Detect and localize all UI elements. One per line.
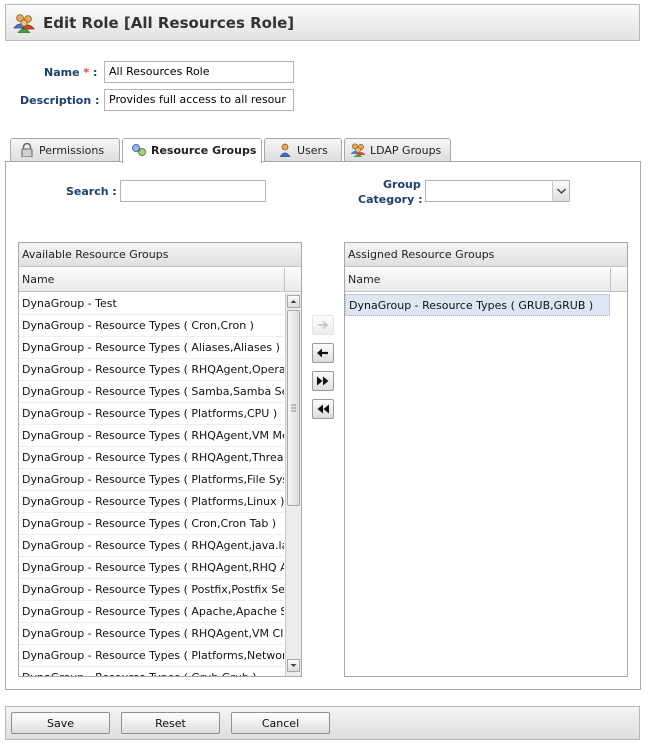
available-groups-grid: Available Resource Groups Name DynaGroup…: [18, 242, 302, 677]
list-item[interactable]: DynaGroup - Resource Types ( RHQAgent,RH…: [19, 557, 284, 579]
assigned-name-header-label: Name: [348, 273, 381, 286]
list-item[interactable]: DynaGroup - Resource Types ( Platforms,F…: [19, 469, 284, 491]
user-icon: [277, 143, 293, 158]
tab-bar: Permissions Resource Groups Users LDAP G…: [5, 138, 641, 163]
scroll-up-icon[interactable]: [287, 295, 300, 308]
available-scrollbar[interactable]: [285, 293, 301, 676]
move-all-left-button[interactable]: [312, 399, 334, 419]
tab-users-label: Users: [297, 144, 328, 157]
list-item[interactable]: DynaGroup - Resource Types ( Cron,Cron ): [19, 315, 284, 337]
assigned-groups-grid: Assigned Resource Groups Name DynaGroup …: [344, 242, 628, 677]
ldap-group-icon: [350, 143, 366, 157]
page-header: Edit Role [All Resources Role]: [5, 4, 640, 41]
page-title: Edit Role [All Resources Role]: [43, 14, 295, 32]
move-left-icon: [313, 348, 333, 365]
list-item[interactable]: DynaGroup - Resource Types ( Postfix,Pos…: [19, 579, 284, 601]
list-item[interactable]: DynaGroup - Resource Types ( Aliases,Ali…: [19, 337, 284, 359]
available-name-column-header[interactable]: Name: [19, 268, 284, 292]
move-all-left-icon: [313, 404, 333, 421]
resource-group-icon: [131, 143, 147, 157]
group-category-select[interactable]: [425, 180, 570, 202]
required-marker: *: [83, 66, 90, 79]
move-right-icon: [313, 320, 333, 337]
group-category-label-1: Group: [383, 178, 421, 191]
tab-ldap-groups[interactable]: LDAP Groups: [344, 138, 451, 162]
tab-resource-groups[interactable]: Resource Groups: [122, 138, 262, 163]
list-item[interactable]: DynaGroup - Resource Types ( GRUB,GRUB ): [345, 294, 610, 316]
available-name-header-label: Name: [22, 273, 55, 286]
list-item[interactable]: DynaGroup - Resource Types ( Platforms,C…: [19, 403, 284, 425]
role-users-icon: [13, 13, 35, 34]
group-category-label-2: Category :: [358, 193, 423, 206]
assigned-header-corner: [610, 268, 627, 292]
search-input[interactable]: [120, 180, 266, 202]
description-input[interactable]: Provides full access to all resour: [104, 89, 294, 111]
chevron-down-icon[interactable]: [552, 181, 569, 201]
move-left-button[interactable]: [312, 343, 334, 363]
list-item[interactable]: DynaGroup - Resource Types ( Platforms,N…: [19, 645, 284, 667]
available-groups-list: DynaGroup - Test DynaGroup - Resource Typ…: [19, 293, 284, 676]
cancel-button[interactable]: Cancel: [231, 712, 330, 734]
tab-permissions[interactable]: Permissions: [10, 138, 120, 162]
list-item[interactable]: DynaGroup - Resource Types ( Grub,Grub ): [19, 667, 284, 676]
list-item[interactable]: DynaGroup - Resource Types ( RHQAgent,VM…: [19, 623, 284, 645]
scroll-down-icon[interactable]: [287, 659, 300, 672]
name-input[interactable]: All Resources Role: [104, 61, 294, 83]
lock-icon: [19, 142, 35, 158]
footer-toolbar: Save Reset Cancel: [5, 706, 640, 740]
name-label-colon: :: [93, 66, 98, 79]
list-item[interactable]: DynaGroup - Resource Types ( Apache,Apac…: [19, 601, 284, 623]
tab-resource-groups-label: Resource Groups: [151, 144, 257, 157]
assigned-groups-title: Assigned Resource Groups: [345, 243, 627, 267]
move-right-button[interactable]: [312, 315, 334, 335]
move-all-right-button[interactable]: [312, 371, 334, 391]
description-input-value: Provides full access to all resour: [109, 93, 286, 106]
name-input-value: All Resources Role: [109, 65, 210, 78]
search-label: Search :: [66, 185, 117, 198]
scroll-thumb[interactable]: [287, 310, 300, 506]
tab-users[interactable]: Users: [264, 138, 342, 162]
list-item[interactable]: DynaGroup - Resource Types ( RHQAgent,ja…: [19, 535, 284, 557]
list-item[interactable]: DynaGroup - Resource Types ( RHQAgent,VM…: [19, 425, 284, 447]
tab-ldap-groups-label: LDAP Groups: [370, 144, 442, 157]
available-header-corner: [284, 268, 301, 292]
name-label: Name * :: [44, 66, 97, 79]
description-label: Description :: [20, 94, 100, 107]
tab-permissions-label: Permissions: [39, 144, 105, 157]
list-item[interactable]: DynaGroup - Resource Types ( Samba,Samba…: [19, 381, 284, 403]
available-groups-title: Available Resource Groups: [19, 243, 301, 267]
list-item[interactable]: DynaGroup - Resource Types ( RHQAgent,Th…: [19, 447, 284, 469]
save-button[interactable]: Save: [11, 712, 110, 734]
list-item[interactable]: DynaGroup - Test: [19, 293, 284, 315]
name-label-text: Name: [44, 66, 80, 79]
assigned-groups-list: DynaGroup - Resource Types ( GRUB,GRUB ): [345, 293, 610, 676]
list-item[interactable]: DynaGroup - Resource Types ( RHQAgent,Op…: [19, 359, 284, 381]
list-item[interactable]: DynaGroup - Resource Types ( Platforms,L…: [19, 491, 284, 513]
move-all-right-icon: [313, 376, 333, 393]
assigned-name-column-header[interactable]: Name: [345, 268, 610, 292]
reset-button[interactable]: Reset: [121, 712, 220, 734]
list-item[interactable]: DynaGroup - Resource Types ( Cron,Cron T…: [19, 513, 284, 535]
